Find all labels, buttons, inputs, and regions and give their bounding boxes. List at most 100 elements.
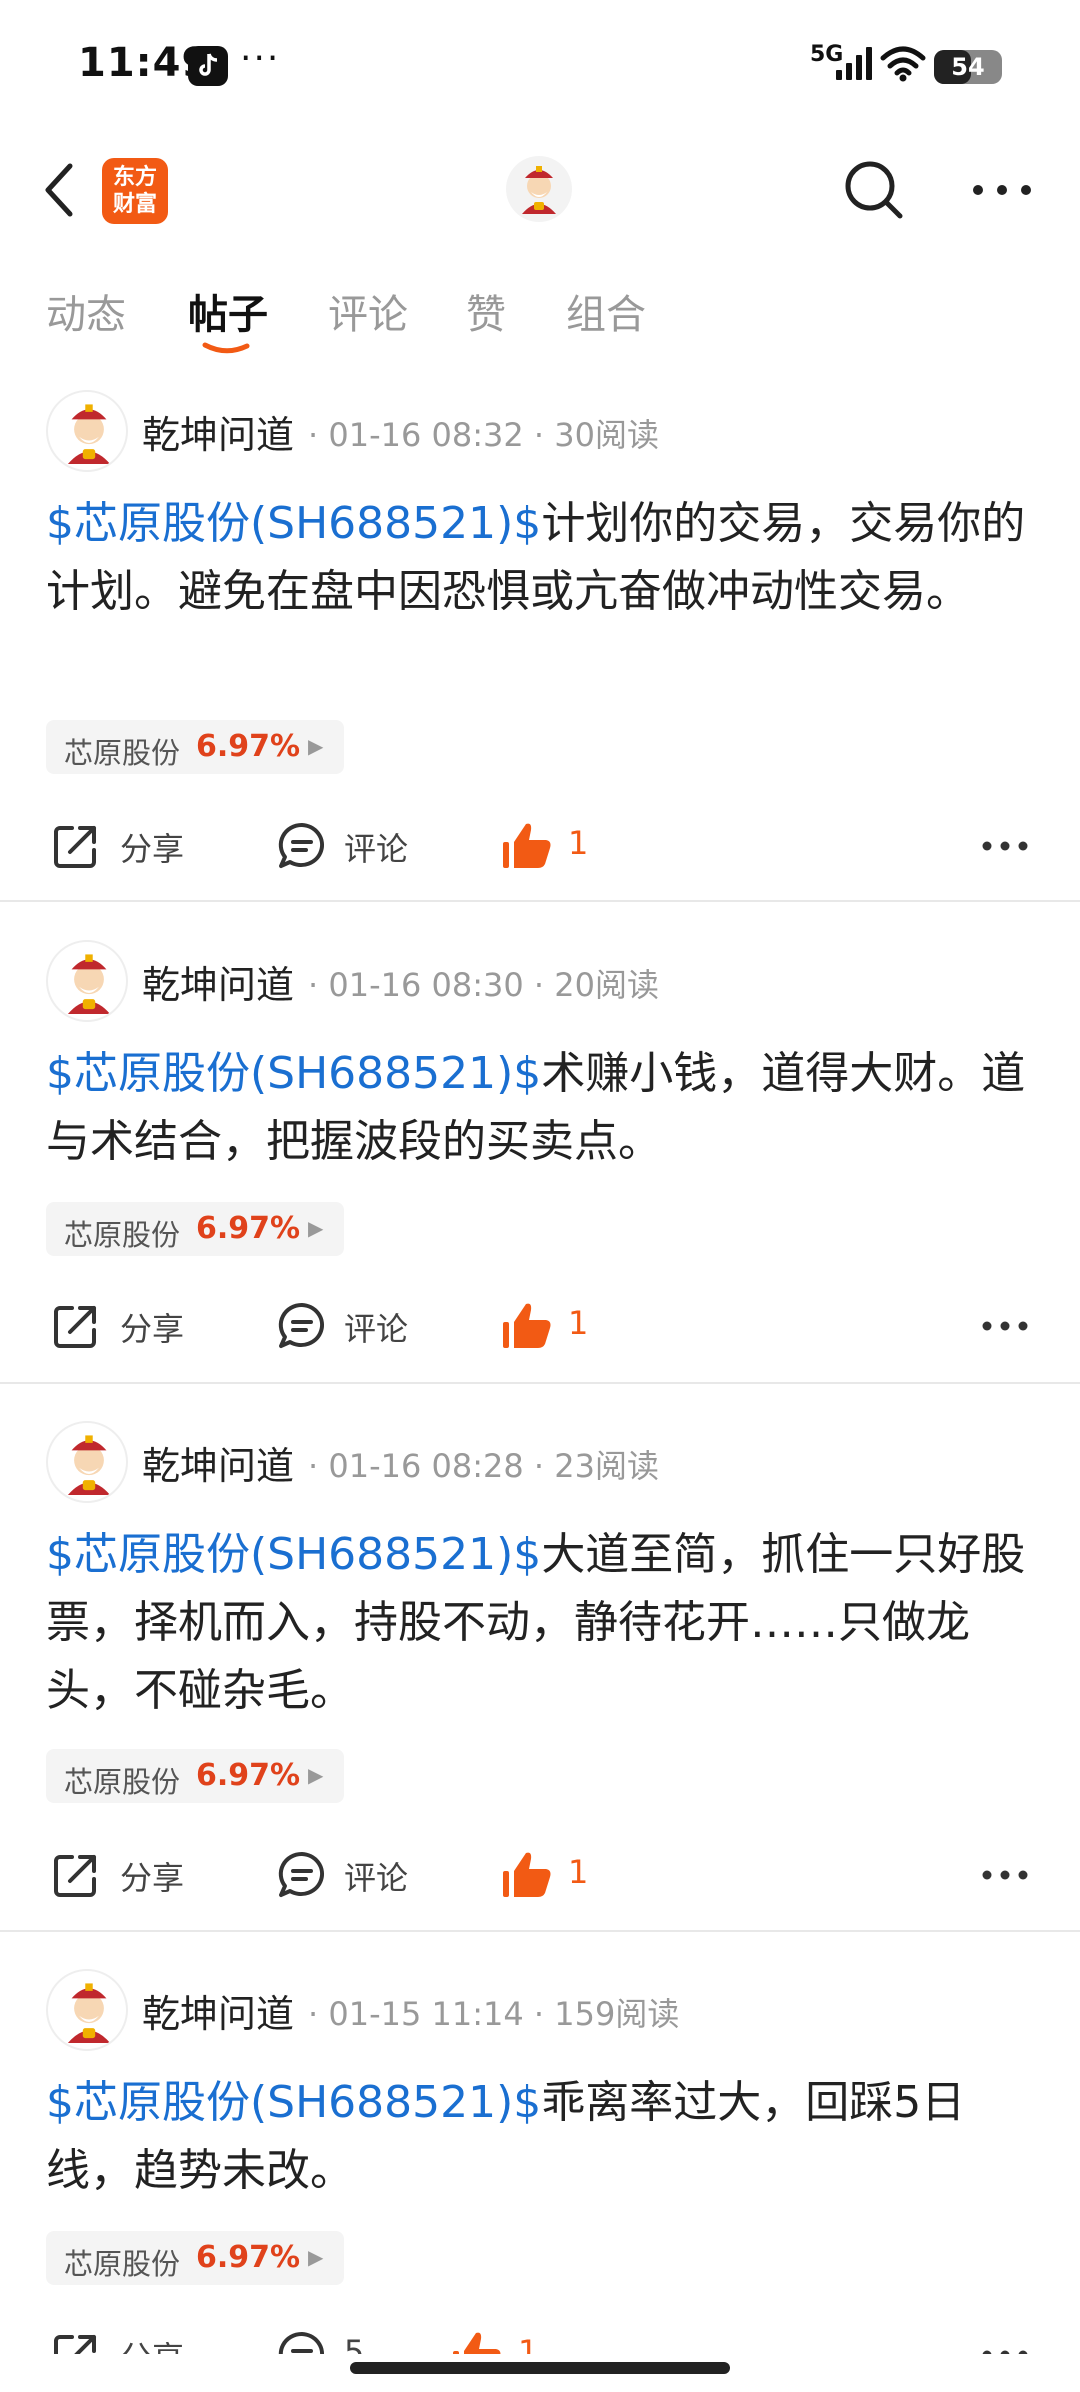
like-button[interactable]: 1 (500, 1290, 600, 1360)
stock-tag-change: 6.97% (196, 2240, 301, 2275)
search-icon (845, 161, 903, 219)
avatar-fortune-god-icon (67, 404, 111, 465)
comment-button[interactable]: 评论 (276, 810, 426, 880)
thumbs-up-icon (503, 1303, 551, 1348)
comment-icon (278, 1302, 325, 1348)
post-divider (0, 1382, 1080, 1384)
author-avatar[interactable] (46, 940, 128, 1022)
like-count: 1 (568, 1304, 589, 1342)
post-meta: · 01-16 08:30 · 20阅读 (308, 966, 659, 1004)
battery-icon: 54 (934, 50, 1002, 84)
like-count: 1 (568, 1853, 589, 1891)
stock-link[interactable]: $芯原股份(SH688521)$ (46, 1048, 541, 1099)
stock-tag[interactable]: 芯原股份 6.97% ▶ (46, 1749, 344, 1803)
share-button[interactable]: 分享 (50, 2319, 200, 2354)
stock-link[interactable]: $芯原股份(SH688521)$ (46, 1529, 541, 1580)
share-button[interactable]: 分享 (50, 1290, 200, 1360)
post-actions: 分享 评论 1 (0, 1839, 1080, 1909)
home-indicator[interactable] (350, 2362, 730, 2374)
more-horizontal-icon (973, 185, 1031, 195)
stock-link[interactable]: $芯原股份(SH688521)$ (46, 2077, 541, 2128)
comment-button[interactable]: 5 (276, 2319, 426, 2354)
stock-link[interactable]: $芯原股份(SH688521)$ (46, 498, 541, 549)
comment-label: 评论 (344, 1859, 409, 1897)
post-more-icon[interactable] (982, 1869, 1028, 1881)
like-button[interactable]: 1 (500, 1839, 600, 1909)
comment-button[interactable]: 评论 (276, 1839, 426, 1909)
author-name[interactable]: 乾坤问道 (142, 404, 294, 459)
comment-button[interactable]: 评论 (276, 1290, 426, 1360)
logo-line-2: 财富 (112, 192, 157, 217)
tab-likes[interactable]: 赞 (466, 282, 506, 340)
profile-avatar[interactable] (506, 156, 572, 222)
app-logo[interactable]: 东方 财富 (102, 158, 168, 224)
like-button[interactable]: 1 (450, 2319, 550, 2354)
stock-tag-name: 芯原股份 (64, 1765, 181, 1799)
more-button[interactable] (970, 170, 1034, 210)
post-more-icon[interactable] (982, 1320, 1028, 1332)
active-tab-indicator (202, 342, 250, 354)
author-name[interactable]: 乾坤问道 (142, 1435, 294, 1490)
share-button[interactable]: 分享 (50, 1839, 200, 1909)
tab-posts[interactable]: 帖子 (188, 282, 268, 340)
post-divider (0, 1930, 1080, 1932)
like-button[interactable]: 1 (500, 810, 600, 880)
thumbs-up-icon (503, 823, 551, 868)
post-meta: · 01-16 08:28 · 23阅读 (308, 1447, 659, 1485)
status-bar: 11:49 ··· 5G 54 (0, 0, 1080, 132)
share-button[interactable]: 分享 (50, 810, 200, 880)
avatar-fortune-god-icon (67, 1435, 111, 1496)
comment-label: 评论 (344, 830, 409, 868)
post-meta: · 01-16 08:32 · 30阅读 (308, 416, 659, 454)
post-content[interactable]: $芯原股份(SH688521)$大道至简，抓住一只好股票，择机而入，持股不动，静… (46, 1521, 1036, 1725)
stock-tag[interactable]: 芯原股份 6.97% ▶ (46, 2231, 344, 2285)
wifi-icon (880, 46, 926, 82)
share-label: 分享 (120, 2333, 184, 2354)
comment-label: 评论 (344, 1310, 409, 1348)
share-icon (54, 1306, 96, 1348)
share-label: 分享 (120, 1310, 185, 1348)
stock-tag-name: 芯原股份 (64, 736, 181, 770)
tiktok-icon (188, 46, 228, 86)
author-name[interactable]: 乾坤问道 (142, 954, 294, 1009)
play-arrow-icon: ▶ (308, 2245, 324, 2269)
comment-count: 5 (344, 2333, 365, 2354)
post-more-icon[interactable] (982, 840, 1028, 852)
post-actions: 分享 评论 1 (0, 1290, 1080, 1360)
battery-percent: 54 (951, 53, 985, 81)
thumbs-up-icon (453, 2332, 501, 2354)
comment-icon (278, 2331, 324, 2354)
tab-dynamics[interactable]: 动态 (46, 282, 126, 340)
play-arrow-icon: ▶ (308, 1763, 324, 1787)
author-avatar[interactable] (46, 1421, 128, 1503)
post-content[interactable]: $芯原股份(SH688521)$术赚小钱，道得大财。道与术结合，把握波段的买卖点… (46, 1040, 1036, 1176)
author-avatar[interactable] (46, 1969, 128, 2051)
post-content[interactable]: $芯原股份(SH688521)$乖离率过大，回踩5日线，趋势未改。 (46, 2069, 1036, 2205)
stock-tag[interactable]: 芯原股份 6.97% ▶ (46, 720, 344, 774)
stock-tag-name: 芯原股份 (64, 1218, 181, 1252)
thumbs-up-icon (503, 1852, 551, 1897)
post-meta: · 01-15 11:14 · 159阅读 (308, 1995, 680, 2033)
share-label: 分享 (120, 830, 185, 868)
post-divider (0, 900, 1080, 902)
tab-comments[interactable]: 评论 (328, 282, 408, 340)
post-actions: 分享 5 1 (0, 2319, 1080, 2354)
author-name[interactable]: 乾坤问道 (142, 1983, 294, 2038)
share-icon (54, 2335, 96, 2354)
post-content[interactable]: $芯原股份(SH688521)$计划你的交易，交易你的计划。避免在盘中因恐惧或亢… (46, 490, 1036, 626)
share-icon (54, 826, 96, 868)
logo-line-1: 东方 (112, 165, 157, 190)
post-more-icon[interactable] (982, 2349, 1028, 2354)
comment-icon (278, 822, 325, 868)
author-avatar[interactable] (46, 390, 128, 472)
back-button[interactable] (40, 160, 90, 220)
tab-portfolio[interactable]: 组合 (566, 282, 646, 340)
search-button[interactable] (842, 158, 906, 222)
avatar-fortune-god-icon (67, 1983, 111, 2044)
post-actions: 分享 评论 1 (0, 810, 1080, 880)
stock-tag-name: 芯原股份 (64, 2247, 181, 2281)
status-more-indicator: ··· (240, 38, 281, 79)
play-arrow-icon: ▶ (308, 1216, 324, 1240)
stock-tag[interactable]: 芯原股份 6.97% ▶ (46, 1202, 344, 1256)
like-count: 1 (518, 2333, 539, 2354)
